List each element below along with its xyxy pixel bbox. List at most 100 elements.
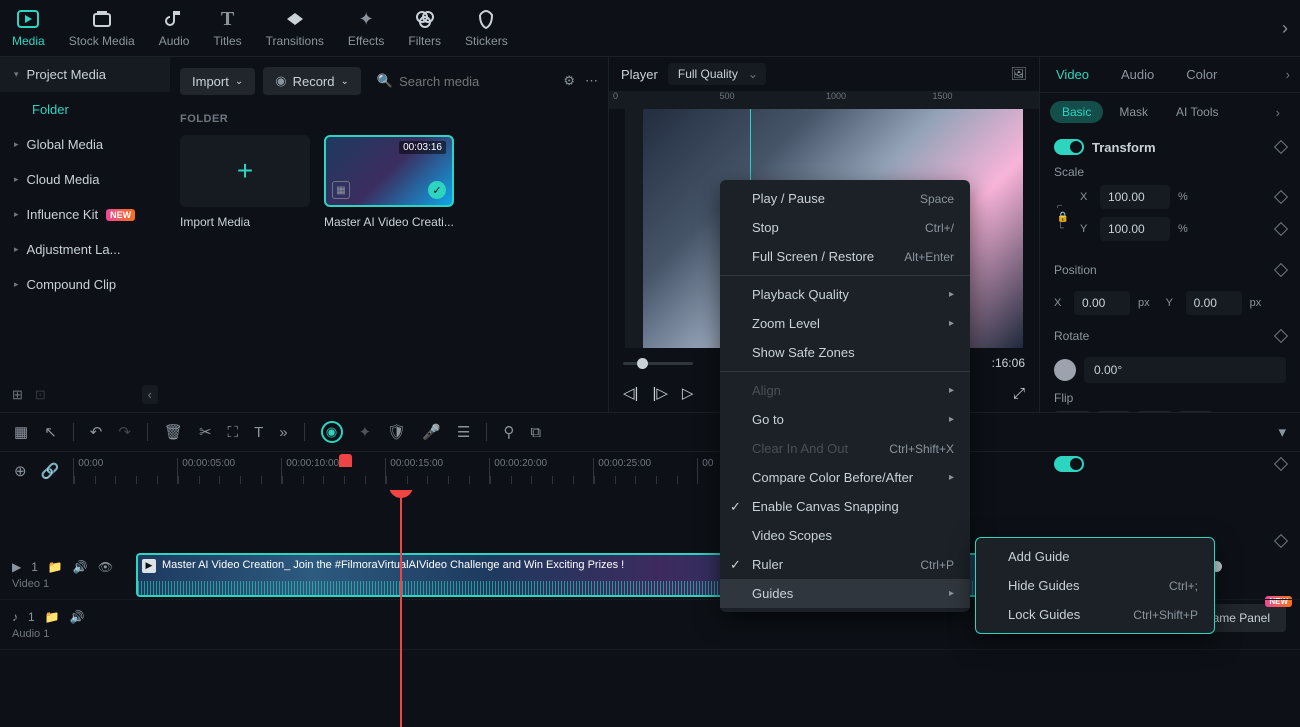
keyframe-icon[interactable] bbox=[1274, 190, 1288, 204]
rotate-dial[interactable] bbox=[1054, 359, 1076, 381]
pos-x-input[interactable] bbox=[1074, 291, 1130, 315]
more-tools-icon[interactable]: » bbox=[279, 424, 287, 441]
sidebar-folder[interactable]: Folder bbox=[0, 92, 170, 127]
collapse-sidebar-icon[interactable]: ‹ bbox=[142, 385, 158, 404]
menu-zoom-level[interactable]: Zoom Level▸ bbox=[720, 309, 970, 338]
transform-toggle[interactable] bbox=[1054, 139, 1084, 155]
scale-y-input[interactable] bbox=[1100, 217, 1170, 241]
search-input[interactable] bbox=[399, 74, 547, 89]
magnet-icon[interactable]: ⚲ bbox=[503, 423, 514, 441]
pos-y-input[interactable] bbox=[1186, 291, 1242, 315]
keyframe-icon[interactable] bbox=[1274, 140, 1288, 154]
folder-icon[interactable]: 📁 bbox=[48, 560, 63, 574]
menu-stop[interactable]: StopCtrl+/ bbox=[720, 213, 970, 242]
new-folder-icon[interactable]: ⊞ bbox=[12, 387, 23, 403]
clip-title: Master AI Video Creation_ Join the #Film… bbox=[162, 559, 624, 571]
keyframe-icon[interactable] bbox=[1274, 263, 1288, 277]
menu-video-scopes[interactable]: Video Scopes bbox=[720, 521, 970, 550]
marker-icon[interactable]: ▾ bbox=[1278, 423, 1286, 441]
snapshot-icon[interactable]: 🖼 bbox=[1010, 66, 1027, 82]
link-icon[interactable]: ⌐🔒└ bbox=[1054, 201, 1072, 234]
tab-filters[interactable]: Filters bbox=[408, 8, 441, 48]
tab-effects[interactable]: ✦ Effects bbox=[348, 8, 384, 48]
filter-icon[interactable]: ⚙ bbox=[563, 73, 575, 89]
menu-hide-guides[interactable]: Hide GuidesCtrl+; bbox=[976, 571, 1214, 600]
link-icon[interactable]: ⧉ bbox=[530, 424, 541, 441]
keyframe-icon[interactable] bbox=[1274, 222, 1288, 236]
ai-icon[interactable]: ◉ bbox=[321, 421, 343, 443]
menu-safe-zones[interactable]: Show Safe Zones bbox=[720, 338, 970, 367]
playhead-line[interactable]: ✂ bbox=[400, 490, 402, 727]
sidebar-influence-kit[interactable]: ▸Influence KitNEW bbox=[0, 197, 170, 232]
text-icon[interactable]: T bbox=[254, 424, 263, 441]
track-add-icon[interactable]: ⊕ bbox=[14, 462, 27, 480]
cut-icon[interactable]: ✂ bbox=[199, 423, 212, 441]
playhead[interactable] bbox=[339, 454, 352, 467]
sidebar-adjustment-layer[interactable]: ▸Adjustment La... bbox=[0, 232, 170, 267]
quality-dropdown[interactable]: Full Quality bbox=[668, 63, 766, 85]
import-button[interactable]: Import⌄ bbox=[180, 68, 255, 95]
prev-frame-icon[interactable]: ◁| bbox=[623, 384, 638, 402]
menu-add-guide[interactable]: Add Guide bbox=[976, 542, 1214, 571]
tab-titles[interactable]: T Titles bbox=[213, 8, 241, 48]
pointer-icon[interactable]: ↖ bbox=[44, 423, 57, 441]
expand-icon[interactable]: ⤢ bbox=[1013, 385, 1025, 402]
chevron-down-icon: ⌄ bbox=[341, 76, 349, 87]
crop-icon[interactable]: ⛶ bbox=[228, 424, 239, 441]
menu-play-pause[interactable]: Play / PauseSpace bbox=[720, 184, 970, 213]
tab-video[interactable]: Video bbox=[1040, 57, 1105, 92]
undo-icon[interactable]: ↶ bbox=[90, 423, 103, 441]
zoom-slider[interactable] bbox=[623, 362, 693, 365]
more-icon[interactable]: ⋯ bbox=[585, 73, 598, 89]
menu-guides[interactable]: Guides▸ bbox=[720, 579, 970, 608]
timeline-ruler[interactable]: 00:00 00:00:05:00 00:00:10:00 00:00:15:0… bbox=[73, 458, 1286, 484]
layout-icon[interactable]: ▦ bbox=[14, 423, 28, 441]
rotate-input[interactable] bbox=[1084, 357, 1286, 383]
menu-compare-color[interactable]: Compare Color Before/After▸ bbox=[720, 463, 970, 492]
chevron-right-icon[interactable]: › bbox=[1276, 67, 1300, 82]
import-media-card[interactable]: + Import Media bbox=[180, 135, 310, 229]
tab-audio[interactable]: Audio bbox=[159, 8, 190, 48]
mute-icon[interactable]: 🔊 bbox=[70, 610, 85, 624]
caret-right-icon: ▸ bbox=[14, 244, 19, 255]
shield-icon[interactable]: 🛡 bbox=[387, 423, 406, 441]
visibility-icon[interactable]: 👁 bbox=[98, 560, 113, 574]
chevron-right-icon[interactable]: › bbox=[1266, 105, 1290, 120]
sidebar-project-media[interactable]: ▾Project Media bbox=[0, 57, 170, 92]
sidebar-compound-clip[interactable]: ▸Compound Clip bbox=[0, 267, 170, 302]
play-icon[interactable]: ▷ bbox=[682, 384, 694, 402]
redo-icon[interactable]: ↷ bbox=[118, 423, 131, 441]
search-media[interactable]: 🔍 bbox=[369, 69, 555, 93]
menu-canvas-snapping[interactable]: ✓Enable Canvas Snapping bbox=[720, 492, 970, 521]
tab-stickers[interactable]: Stickers bbox=[465, 8, 508, 48]
mute-icon[interactable]: 🔊 bbox=[73, 560, 88, 574]
menu-playback-quality[interactable]: Playback Quality▸ bbox=[720, 280, 970, 309]
tab-color[interactable]: Color bbox=[1170, 57, 1233, 92]
sidebar-cloud-media[interactable]: ▸Cloud Media bbox=[0, 162, 170, 197]
tab-stock-media[interactable]: Stock Media bbox=[69, 8, 135, 48]
tab-media[interactable]: Media bbox=[12, 8, 45, 48]
list-icon[interactable]: ☰ bbox=[457, 423, 470, 441]
toolbar-more-icon[interactable]: › bbox=[1282, 18, 1288, 39]
delete-icon[interactable]: 🗑 bbox=[164, 423, 183, 441]
menu-ruler[interactable]: ✓RulerCtrl+P bbox=[720, 550, 970, 579]
menu-lock-guides[interactable]: Lock GuidesCtrl+Shift+P bbox=[976, 600, 1214, 629]
new-bin-icon[interactable]: ⊡ bbox=[35, 387, 46, 403]
track-link-icon[interactable]: 🔗 bbox=[41, 462, 60, 480]
subtab-mask[interactable]: Mask bbox=[1107, 101, 1160, 123]
folder-icon[interactable]: 📁 bbox=[45, 610, 60, 624]
record-button[interactable]: ◉Record⌄ bbox=[263, 67, 361, 95]
menu-fullscreen[interactable]: Full Screen / RestoreAlt+Enter bbox=[720, 242, 970, 271]
next-frame-icon[interactable]: |▷ bbox=[652, 384, 667, 402]
mic-icon[interactable]: 🎤 bbox=[422, 423, 441, 441]
sidebar-global-media[interactable]: ▸Global Media bbox=[0, 127, 170, 162]
tab-transitions[interactable]: Transitions bbox=[266, 8, 324, 48]
scale-x-input[interactable] bbox=[1100, 185, 1170, 209]
tab-audio-inspector[interactable]: Audio bbox=[1105, 57, 1170, 92]
subtab-basic[interactable]: Basic bbox=[1050, 101, 1103, 123]
media-clip-card[interactable]: 00:03:16 ▦ ✓ Master AI Video Creati... bbox=[324, 135, 454, 229]
keyframe-icon[interactable] bbox=[1274, 329, 1288, 343]
menu-goto[interactable]: Go to▸ bbox=[720, 405, 970, 434]
sparkle-icon[interactable]: ✦ bbox=[359, 423, 372, 441]
subtab-ai-tools[interactable]: AI Tools bbox=[1164, 101, 1230, 123]
